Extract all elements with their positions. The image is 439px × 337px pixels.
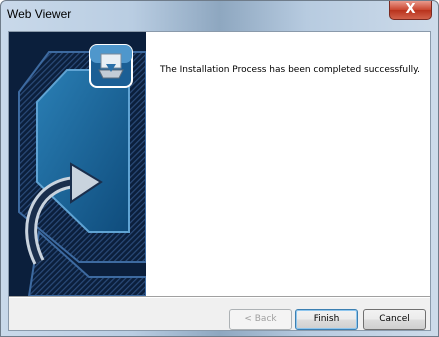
back-button[interactable]: < Back (229, 309, 292, 330)
close-button[interactable]: X (389, 1, 432, 20)
content-panel: The Installation Process has been comple… (146, 32, 430, 296)
installer-package-icon (89, 44, 133, 88)
cancel-button[interactable]: Cancel (363, 309, 426, 330)
button-separator (9, 296, 430, 298)
close-icon: X (405, 2, 416, 17)
install-banner (9, 32, 146, 296)
installer-window: Web Viewer X The Installation Process ha… (0, 0, 439, 337)
completion-message: The Installation Process has been comple… (160, 65, 421, 75)
title-bar[interactable]: Web Viewer X (1, 1, 438, 31)
dialog-client-area: The Installation Process has been comple… (8, 31, 431, 331)
finish-button[interactable]: Finish (295, 309, 358, 330)
window-title: Web Viewer (7, 7, 72, 21)
